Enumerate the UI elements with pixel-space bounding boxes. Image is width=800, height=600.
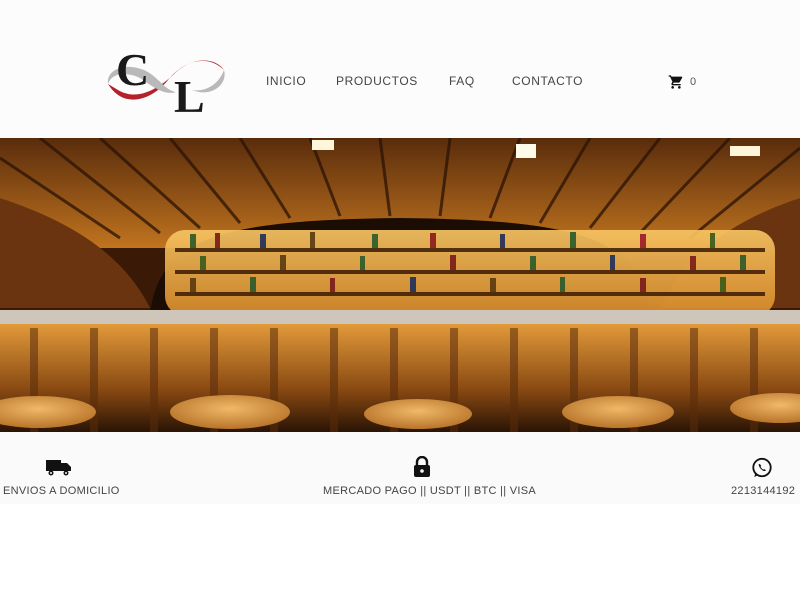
brand-logo[interactable]: C L <box>104 40 228 122</box>
cart-button[interactable]: 0 <box>668 73 704 91</box>
nav-inicio[interactable]: INICIO <box>266 74 306 88</box>
whatsapp-icon <box>752 457 772 478</box>
hero-banner <box>0 138 800 432</box>
feature-payment: MERCADO PAGO || USDT || BTC || VISA <box>318 432 536 504</box>
cart-count: 0 <box>690 76 697 88</box>
feature-whatsapp-text: 2213144192 <box>731 485 796 497</box>
logo-letter-c: C <box>116 44 149 95</box>
hero-image <box>0 138 800 432</box>
feature-delivery: ENVIOS A DOMICILIO <box>0 432 120 504</box>
feature-whatsapp[interactable]: 2213144192 <box>722 432 800 504</box>
lock-icon <box>414 456 430 477</box>
cart-icon <box>668 75 683 89</box>
nav-contacto[interactable]: CONTACTO <box>512 74 583 88</box>
logo-mark: C L <box>107 44 225 122</box>
site-header: C L INICIO PRODUCTOS FAQ CONTACTO 0 <box>0 0 800 138</box>
logo-letter-l: L <box>174 71 205 116</box>
feature-delivery-text: ENVIOS A DOMICILIO <box>3 485 120 497</box>
truck-icon <box>46 460 71 476</box>
nav-faq[interactable]: FAQ <box>449 74 475 88</box>
nav-productos[interactable]: PRODUCTOS <box>336 74 418 88</box>
feature-payment-text: MERCADO PAGO || USDT || BTC || VISA <box>323 485 537 497</box>
features-bar: ENVIOS A DOMICILIO MERCADO PAGO || USDT … <box>0 432 800 504</box>
